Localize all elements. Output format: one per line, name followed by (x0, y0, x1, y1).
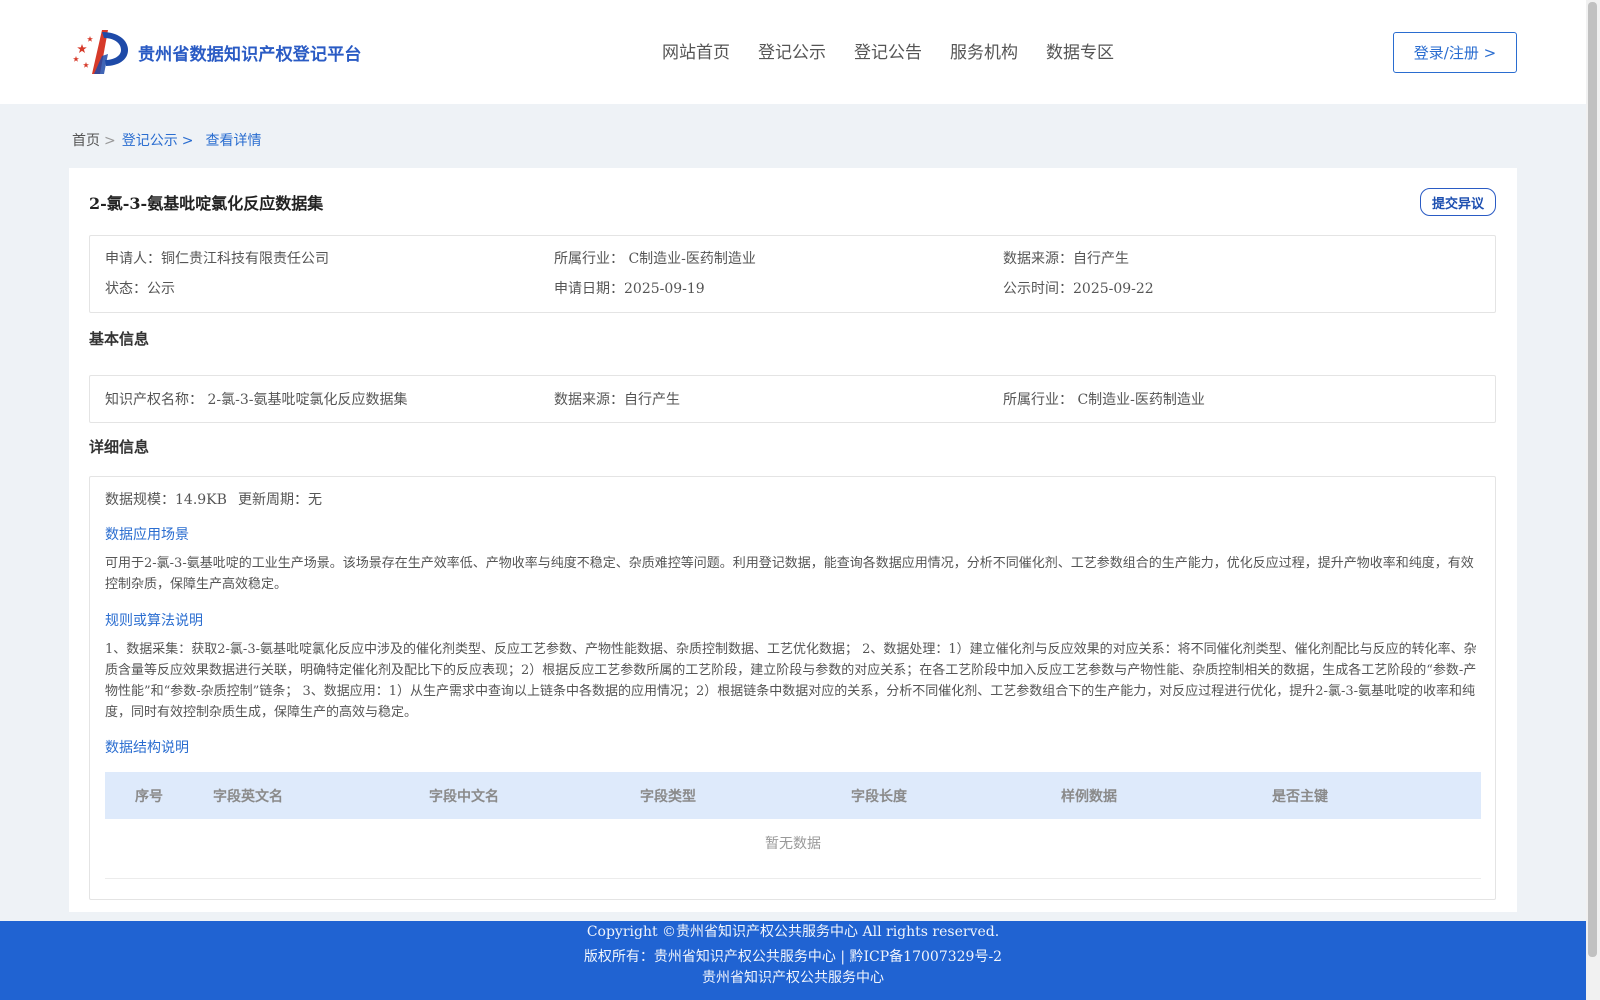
structure-heading: 数据结构说明 (105, 740, 189, 756)
nav-service-agencies[interactable]: 服务机构 (950, 38, 1018, 63)
detail-info-heading: 详细信息 (89, 438, 150, 456)
table-empty-state: 暂无数据 (765, 836, 821, 852)
breadcrumb-home[interactable]: 首页 (72, 133, 100, 149)
basic-info-box: 知识产权名称： 2-氯-3-氨基吡啶氯化反应数据集 数据来源：自行产生 所属行业… (89, 375, 1496, 423)
breadcrumb-separator: > (104, 133, 116, 149)
submit-objection-button[interactable]: 提交异议 (1420, 188, 1496, 216)
nav-registration-publicity[interactable]: 登记公示 (758, 38, 826, 63)
footer-owner: 版权所有：贵州省知识产权公共服务中心 | 黔ICP备17007329号-2 (583, 949, 1003, 965)
status-field: 状态：公示 (105, 281, 175, 297)
col-field-length: 字段长度 (851, 789, 907, 805)
apply-date-field: 申请日期：2025-09-19 (554, 281, 705, 297)
source-field: 数据来源：自行产生 (1003, 251, 1129, 267)
breadcrumb-separator: > (181, 133, 194, 149)
breadcrumb: 首页 > 登记公示 > 查看详情 (72, 130, 261, 150)
basic-industry-field: 所属行业： C制造业-医药制造业 (1003, 392, 1205, 408)
col-index: 序号 (135, 789, 163, 805)
dataset-title: 2-氯-3-氨基吡啶氯化反应数据集 (89, 194, 324, 213)
col-primary-key: 是否主键 (1272, 789, 1328, 805)
scenario-heading: 数据应用场景 (105, 527, 189, 543)
footer-org: 贵州省知识产权公共服务中心 (702, 970, 884, 986)
summary-box: 申请人：铜仁贵江科技有限责任公司 所属行业： C制造业-医药制造业 数据来源：自… (89, 235, 1496, 313)
structure-table-header: 序号 字段英文名 字段中文名 字段类型 字段长度 样例数据 是否主键 (105, 772, 1481, 819)
page-scrollbar[interactable] (1586, 0, 1600, 1000)
site-header: 贵州省数据知识产权登记平台 网站首页 登记公示 登记公告 服务机构 数据专区 登… (0, 0, 1586, 104)
detail-card: 2-氯-3-氨基吡啶氯化反应数据集 提交异议 申请人：铜仁贵江科技有限责任公司 … (69, 168, 1517, 912)
nav-home[interactable]: 网站首页 (662, 38, 730, 63)
scrollbar-thumb[interactable] (1588, 2, 1597, 957)
algorithm-text: 1、数据采集：获取2-氯-3-氨基吡啶氯化反应中涉及的催化剂类型、反应工艺参数、… (105, 642, 1477, 720)
applicant-field: 申请人：铜仁贵江科技有限责任公司 (105, 251, 329, 267)
scenario-text: 可用于2-氯-3-氨基吡啶的工业生产场景。该场景存在生产效率低、产物收率与纯度不… (105, 556, 1474, 592)
col-field-cn: 字段中文名 (429, 789, 499, 805)
site-logo-icon[interactable] (72, 26, 132, 78)
ip-name-field: 知识产权名称： 2-氯-3-氨基吡啶氯化反应数据集 (105, 392, 408, 408)
col-sample-data: 样例数据 (1061, 789, 1117, 805)
table-divider (105, 878, 1481, 879)
main-nav: 网站首页 登记公示 登记公告 服务机构 数据专区 (662, 38, 1114, 63)
nav-data-zone[interactable]: 数据专区 (1046, 38, 1114, 63)
breadcrumb-publicity[interactable]: 登记公示 (122, 133, 178, 149)
footer-copyright: Copyright ©贵州省知识产权公共服务中心 All rights rese… (586, 924, 1000, 940)
basic-source-field: 数据来源：自行产生 (554, 392, 680, 408)
site-title[interactable]: 贵州省数据知识产权登记平台 (138, 40, 362, 65)
publicity-time-field: 公示时间：2025-09-22 (1003, 281, 1154, 297)
site-footer: Copyright ©贵州省知识产权公共服务中心 All rights rese… (0, 921, 1586, 1000)
nav-registration-announcement[interactable]: 登记公告 (854, 38, 922, 63)
industry-field: 所属行业： C制造业-医药制造业 (554, 251, 756, 267)
update-cycle-field: 更新周期：无 (238, 492, 322, 508)
col-field-en: 字段英文名 (213, 789, 283, 805)
login-register-button[interactable]: 登录/注册 > (1393, 32, 1517, 73)
breadcrumb-current: 查看详情 (205, 133, 262, 149)
algorithm-heading: 规则或算法说明 (105, 613, 203, 629)
detail-info-box: 数据规模：14.9KB 更新周期：无 数据应用场景 可用于2-氯-3-氨基吡啶的… (89, 476, 1496, 900)
basic-info-heading: 基本信息 (89, 330, 150, 348)
col-field-type: 字段类型 (640, 789, 696, 805)
data-scale-field: 数据规模：14.9KB (105, 492, 227, 508)
